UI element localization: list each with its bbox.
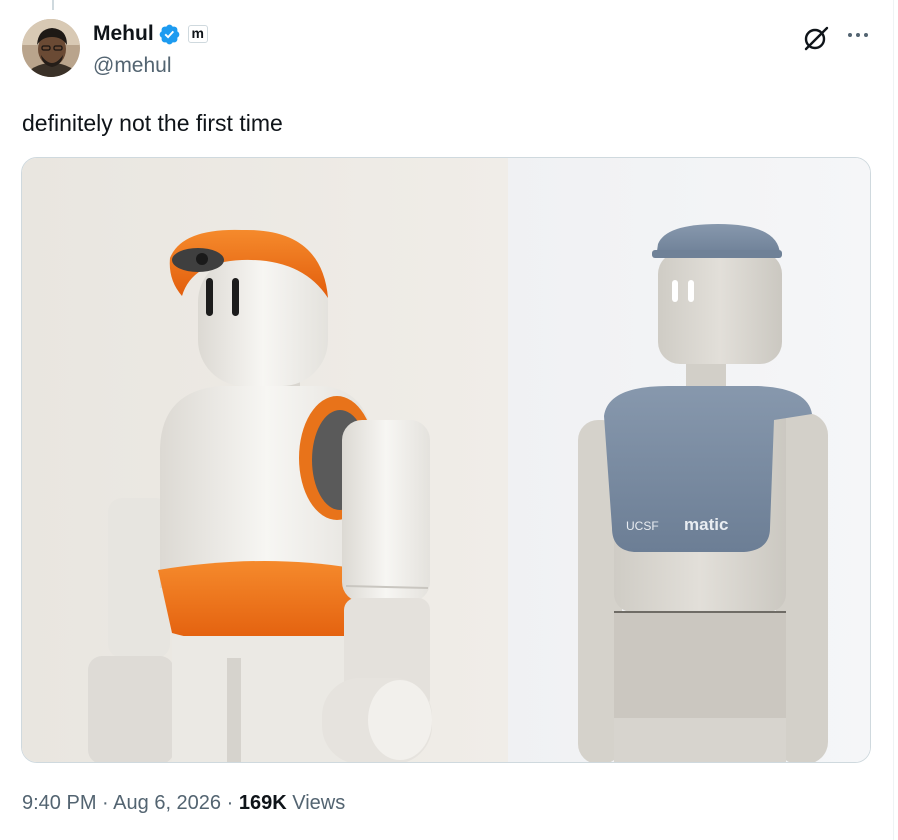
tweet-time[interactable]: 9:40 PM xyxy=(22,792,96,814)
slate-robot-illustration: UCSF matic xyxy=(508,158,870,762)
tweet-date[interactable]: Aug 6, 2026 xyxy=(113,792,221,814)
ucsf-logo: UCSF xyxy=(626,519,659,533)
media-image-left[interactable] xyxy=(22,158,508,762)
author-handle[interactable]: @mehul xyxy=(93,53,172,79)
affiliate-badge[interactable]: m xyxy=(187,25,208,43)
column-divider xyxy=(893,0,894,840)
author-display-name[interactable]: Mehul xyxy=(93,21,154,47)
avatar-image xyxy=(22,19,80,77)
orange-robot-illustration xyxy=(22,158,508,762)
more-options-icon[interactable] xyxy=(845,24,871,46)
media-image-right[interactable]: UCSF matic xyxy=(508,158,870,762)
thread-connector-line xyxy=(52,0,54,10)
views-link[interactable]: 169K Views xyxy=(239,792,345,814)
grok-icon[interactable] xyxy=(802,24,830,52)
tweet-media[interactable]: UCSF matic xyxy=(21,157,871,763)
affiliate-badge-label: m xyxy=(191,25,204,41)
meta-separator: · xyxy=(102,792,109,814)
verified-badge-icon[interactable] xyxy=(158,23,181,46)
views-count: 169K xyxy=(238,792,287,814)
views-label: Views xyxy=(292,792,346,814)
tweet-meta-row: 9:40 PM · Aug 6, 2026 · 169K Views xyxy=(22,790,345,816)
avatar[interactable] xyxy=(22,19,80,77)
tweet-text: definitely not the first time xyxy=(22,110,283,136)
author-name-row: Mehul m xyxy=(93,21,208,47)
matic-logo: matic xyxy=(684,515,728,534)
meta-separator-2: · xyxy=(226,792,234,814)
